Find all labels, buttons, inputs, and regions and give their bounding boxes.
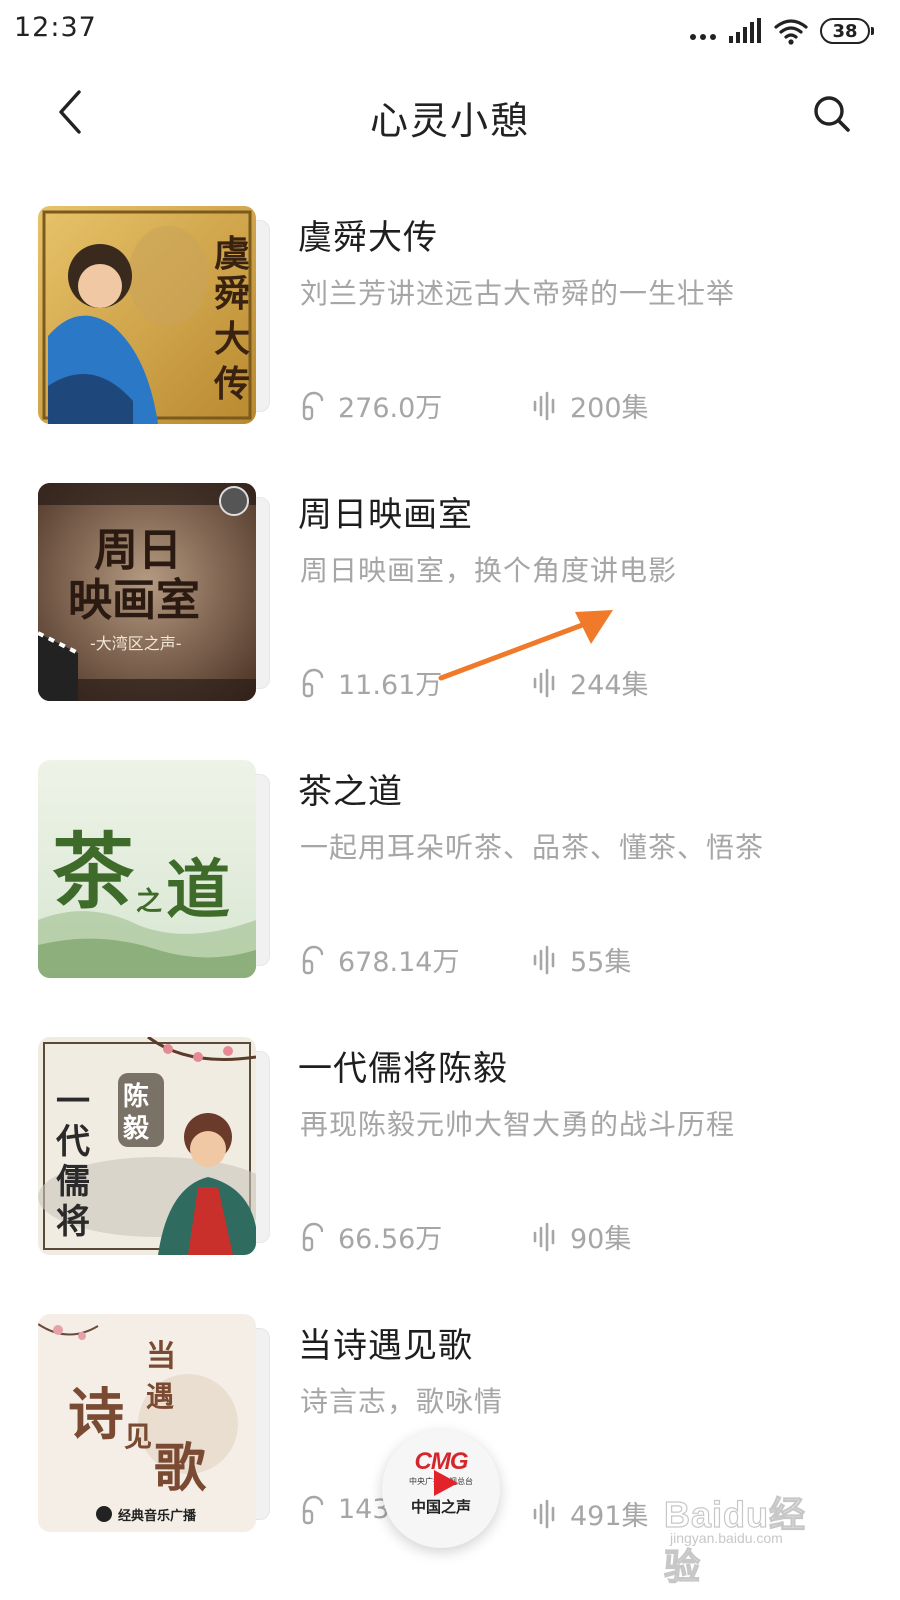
headphone-icon [302,1495,324,1524]
play-count-value: 66.56万 [338,1224,443,1255]
album-cover-stack: 虞 舜 大 传 [38,206,270,424]
episode-count-value: 90集 [570,1224,632,1255]
mini-player-button[interactable]: CMG 中央广播电视总台 中国之声 [382,1430,500,1548]
signal-icon [729,18,761,43]
mini-player-station: 中国之声 [410,1498,471,1516]
album-cover[interactable]: 茶 之 道 [38,760,256,978]
svg-text:舜: 舜 [214,273,250,315]
cover-subtitle: 经典音乐广播 [118,1508,197,1524]
svg-text:遇: 遇 [146,1380,174,1413]
svg-text:之: 之 [136,886,162,917]
album-title: 一代儒将陈毅 [298,1049,508,1089]
album-cover[interactable]: 周日 映画室 -大湾区之声- [38,483,256,701]
play-count: 66.56万 [302,1217,442,1256]
svg-text:传: 传 [213,363,250,405]
episode-count: 491集 [532,1494,649,1533]
svg-text:大: 大 [214,318,250,360]
audio-wave-icon [533,945,555,974]
headphone-icon [302,391,324,420]
album-cover[interactable]: 虞 舜 大 传 [38,206,256,424]
cover-title-char: 陈 [123,1081,149,1112]
episode-count: 55集 [532,940,631,979]
episode-count: 90集 [532,1217,631,1256]
watermark-url: jingyan.baidu.com [670,1530,783,1546]
album-cover-stack: 茶 之 道 [38,760,270,978]
episode-count-value: 244集 [570,670,649,701]
album-cover-stack: 当 诗 遇 见 歌 经典音乐广播 [38,1314,270,1532]
cover-title-line2: 映画室 [68,575,200,626]
play-count: 11.61万 [302,663,442,702]
list-item[interactable]: 周日 映画室 -大湾区之声- 周日映画室 周日映画室，换个角度讲电影 11.61… [0,467,900,744]
album-cover[interactable]: 当 诗 遇 见 歌 经典音乐广播 [38,1314,256,1532]
watermark: Baidu经验 jingyan.baidu.com [663,1486,834,1587]
search-icon [814,96,850,132]
svg-text:见: 见 [124,1420,152,1453]
album-description: 周日映画室，换个角度讲电影 [300,554,678,587]
svg-text:毅: 毅 [122,1113,150,1144]
svg-text:将: 将 [56,1202,90,1242]
svg-text:歌: 歌 [154,1438,207,1499]
album-description: 刘兰芳讲述远古大帝舜的一生壮举 [300,277,736,310]
cover-title-char: 当 [146,1339,176,1374]
album-description: 再现陈毅元帅大智大勇的战斗历程 [300,1108,736,1141]
episode-count-value: 491集 [570,1501,649,1532]
audio-wave-icon [533,1222,555,1251]
play-count-value: 276.0万 [338,393,443,424]
list-item[interactable]: 虞 舜 大 传 虞舜大传 刘兰芳讲述远古大帝舜的一生壮举 276.0万 200集 [0,190,900,467]
wifi-icon [774,19,808,45]
play-count-value: 678.14万 [338,947,460,978]
svg-text:一: 一 [56,1082,90,1122]
header: 心灵小憩 [0,62,900,172]
album-cover[interactable]: 陈 毅 一 代 儒 将 [38,1037,256,1255]
album-cover-stack: 陈 毅 一 代 儒 将 [38,1037,270,1255]
audio-wave-icon [533,668,555,697]
svg-text:代: 代 [55,1122,90,1162]
battery-indicator: 38 [820,18,874,44]
album-title: 周日映画室 [298,495,473,535]
headphone-icon [302,668,324,697]
cover-title-line1: 周日 [94,525,182,576]
album-description: 诗言志，歌咏情 [300,1385,504,1418]
play-icon [434,1470,458,1496]
svg-text:诗: 诗 [68,1382,124,1448]
status-time: 12:37 [14,12,97,43]
episode-count-value: 55集 [570,947,632,978]
audio-wave-icon [533,1499,555,1528]
episode-count: 244集 [532,663,649,702]
album-description: 一起用耳朵听茶、品茶、懂茶、悟茶 [300,831,765,864]
episode-count-value: 200集 [570,393,649,424]
status-bar: 12:37 38 [0,0,900,62]
headphone-icon [302,1222,324,1251]
album-cover-stack: 周日 映画室 -大湾区之声- [38,483,270,701]
album-title: 虞舜大传 [298,218,438,258]
play-count: 276.0万 [302,386,442,425]
audio-wave-icon [533,391,555,420]
more-dots-icon [690,16,716,46]
cover-subtitle: -大湾区之声- [90,634,182,653]
search-button[interactable] [802,84,862,144]
cover-title-char: 虞 [214,233,250,275]
page-title: 心灵小憩 [369,99,530,143]
album-title: 茶之道 [298,772,403,812]
play-count: 678.14万 [302,940,459,979]
cover-title-char: 茶 [52,824,135,920]
svg-text:儒: 儒 [56,1162,90,1202]
episode-count: 200集 [532,386,649,425]
album-list: 虞 舜 大 传 虞舜大传 刘兰芳讲述远古大帝舜的一生壮举 276.0万 200集 [0,190,900,1575]
status-icons: 38 [690,14,874,48]
play-count-value: 11.61万 [338,670,443,701]
list-item[interactable]: 陈 毅 一 代 儒 将 一代儒将陈毅 再现陈毅元帅大智大勇的战斗历程 66.56… [0,1021,900,1298]
list-item[interactable]: 茶 之 道 茶之道 一起用耳朵听茶、品茶、懂茶、悟茶 678.14万 55集 [0,744,900,1021]
album-title: 当诗遇见歌 [298,1326,473,1366]
svg-text:道: 道 [166,853,230,928]
headphone-icon [302,945,324,974]
